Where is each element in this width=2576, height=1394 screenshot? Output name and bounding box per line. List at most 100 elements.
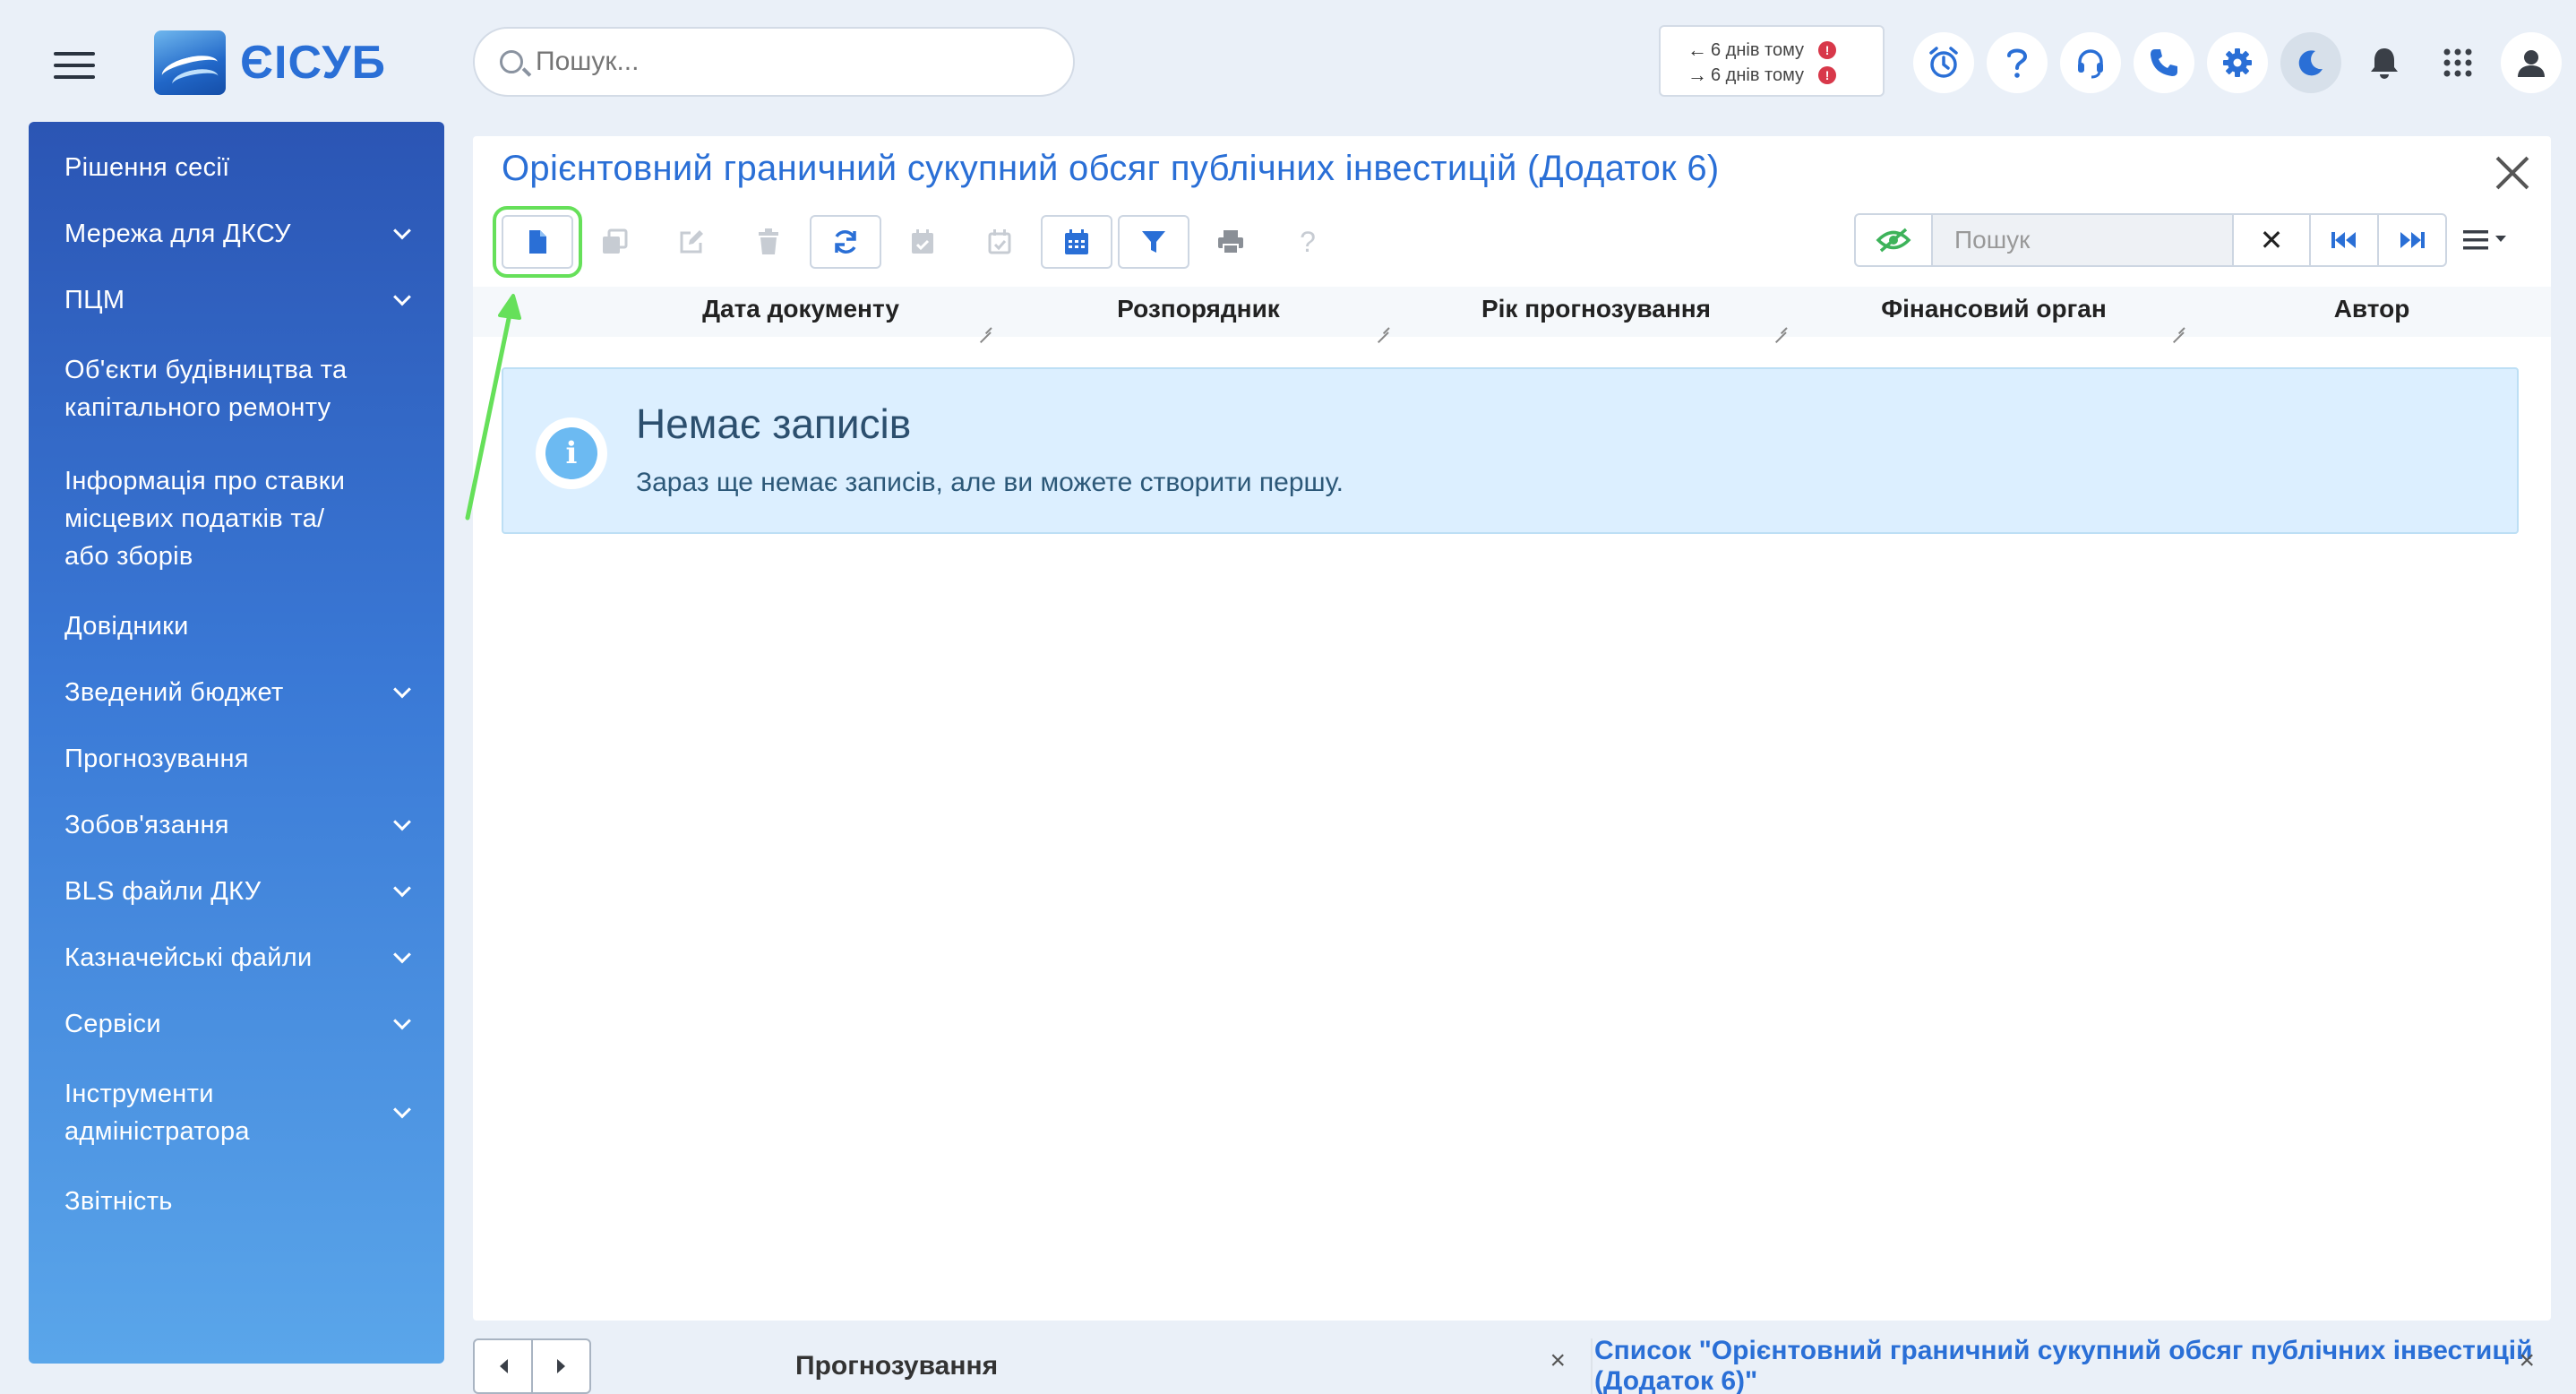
- tab-close-icon[interactable]: ×: [2519, 1346, 2535, 1376]
- sidebar-item-local-tax-rates[interactable]: Інформація про ставки місцевих податків …: [29, 444, 444, 593]
- tab-next-button[interactable]: [533, 1340, 589, 1392]
- grid-search-tools: Пошук ✕: [1854, 213, 2519, 267]
- history-forward-label: 6 днів тому: [1711, 65, 1805, 85]
- eye-hidden-icon: [1876, 228, 1911, 253]
- resize-handle-icon[interactable]: [976, 319, 991, 333]
- sidebar-item-treasury-files[interactable]: Казначейські файли: [29, 925, 444, 991]
- empty-state-text: Зараз ще немає записів, але ви можете ст…: [636, 468, 1344, 497]
- calendar-check-icon: [912, 229, 933, 254]
- sidebar-item-forecasting[interactable]: Прогнозування: [29, 726, 444, 792]
- close-panel-icon[interactable]: [2494, 154, 2531, 192]
- sidebar-item-consolidated-budget[interactable]: Зведений бюджет: [29, 659, 444, 726]
- filter-icon: [1142, 231, 1165, 253]
- sidebar-item-session-decisions[interactable]: Рішення сесії: [29, 134, 444, 201]
- sidebar-item-label: Об'єкти будівництва та капітального ремо…: [64, 356, 348, 422]
- settings-gear-icon[interactable]: [2207, 32, 2268, 93]
- empty-state-title: Немає записів: [636, 400, 912, 447]
- toggle-hidden-button[interactable]: [1854, 213, 1933, 267]
- column-header-document-date[interactable]: Дата документу: [473, 287, 1000, 337]
- first-page-button[interactable]: [2309, 213, 2379, 267]
- sidebar-item-directories[interactable]: Довідники: [29, 593, 444, 659]
- sidebar-item-bls-files[interactable]: BLS файли ДКУ: [29, 858, 444, 925]
- tab-navigation: [473, 1338, 591, 1394]
- delete-button[interactable]: [733, 215, 804, 269]
- sidebar-item-pcm[interactable]: ПЦМ: [29, 267, 444, 333]
- app-logo[interactable]: ЄІСУБ: [154, 30, 386, 95]
- refresh-button[interactable]: [810, 215, 881, 269]
- resize-handle-icon[interactable]: [1772, 319, 1786, 333]
- empty-state-alert: i Немає записів Зараз ще немає записів, …: [502, 367, 2519, 534]
- history-forward[interactable]: → 6 днів тому !: [1687, 63, 1883, 88]
- notifications-bell-icon[interactable]: [2354, 32, 2415, 93]
- sidebar-item-label: Прогнозування: [64, 744, 249, 773]
- tab-close-icon[interactable]: ×: [1550, 1346, 1566, 1376]
- global-search-input[interactable]: [536, 47, 1037, 77]
- column-header-forecast-year[interactable]: Рік прогнозування: [1397, 287, 1795, 337]
- header-actions: [1913, 32, 2562, 93]
- tab-prev-button[interactable]: [475, 1340, 533, 1392]
- column-header-label: Фінансовий орган: [1881, 295, 2107, 323]
- column-header-label: Автор: [2333, 295, 2410, 323]
- history-back-label: 6 днів тому: [1711, 39, 1805, 60]
- user-avatar-icon[interactable]: [2501, 32, 2562, 93]
- alert-dot-icon: !: [1818, 66, 1837, 84]
- column-header-manager[interactable]: Розпорядник: [1000, 287, 1397, 337]
- support-headset-icon[interactable]: [2060, 32, 2121, 93]
- create-document-button[interactable]: [493, 206, 582, 278]
- top-header: ЄІСУБ ← 6 днів тому ! → 6 днів тому !: [0, 0, 2576, 122]
- apps-grid-icon[interactable]: [2427, 32, 2488, 93]
- sidebar-item-construction-objects[interactable]: Об'єкти будівництва та капітального ремо…: [29, 333, 444, 444]
- tab-investment-list[interactable]: Список "Орієнтовний граничний сукупний о…: [1594, 1336, 2551, 1394]
- edit-button[interactable]: [656, 215, 727, 269]
- print-button[interactable]: [1195, 215, 1267, 269]
- column-header-finance-body[interactable]: Фінансовий орган: [1795, 287, 2193, 337]
- phone-icon[interactable]: [2134, 32, 2194, 93]
- chevron-down-icon: [393, 221, 411, 240]
- help-icon[interactable]: [1987, 32, 2048, 93]
- skip-forward-icon: [2400, 232, 2425, 248]
- calendar-check-outline-icon: [988, 229, 1011, 254]
- approve-date-button[interactable]: [887, 215, 958, 269]
- calendar-icon: [1065, 229, 1088, 254]
- alarm-clock-icon[interactable]: [1913, 32, 1974, 93]
- menu-dropdown-icon: [2463, 230, 2506, 250]
- chevron-down-icon: [393, 813, 411, 831]
- sidebar: Рішення сесії Мережа для ДКСУ ПЦМ Об'єкт…: [29, 122, 444, 1364]
- chevron-down-icon: [393, 1100, 411, 1119]
- arrow-right-icon: →: [1687, 64, 1707, 86]
- sidebar-item-obligations[interactable]: Зобов'язання: [29, 792, 444, 858]
- sidebar-item-dksu-network[interactable]: Мережа для ДКСУ: [29, 201, 444, 267]
- sidebar-item-label: Рішення сесії: [64, 153, 230, 182]
- grid-toolbar: ?: [493, 206, 1349, 278]
- resize-handle-icon[interactable]: [1374, 319, 1388, 333]
- caret-right-icon: [556, 1359, 565, 1373]
- help-button[interactable]: ?: [1272, 215, 1344, 269]
- sidebar-item-label: Мережа для ДКСУ: [64, 219, 291, 248]
- columns-menu-button[interactable]: [2454, 213, 2519, 267]
- filter-button[interactable]: [1118, 215, 1189, 269]
- unapprove-date-button[interactable]: [964, 215, 1035, 269]
- calendar-period-button[interactable]: [1041, 215, 1112, 269]
- last-page-button[interactable]: [2377, 213, 2447, 267]
- hamburger-menu-icon[interactable]: [54, 52, 95, 79]
- trash-icon: [759, 228, 778, 254]
- dark-mode-moon-icon[interactable]: [2280, 32, 2341, 93]
- sidebar-item-services[interactable]: Сервіси: [29, 991, 444, 1057]
- sidebar-item-label: Зведений бюджет: [64, 678, 284, 707]
- grid-search-input[interactable]: Пошук: [1933, 213, 2232, 267]
- sidebar-item-reporting[interactable]: Звітність: [29, 1168, 444, 1235]
- logo-text: ЄІСУБ: [240, 37, 387, 89]
- global-search[interactable]: [473, 27, 1075, 97]
- sidebar-item-admin-tools[interactable]: Інструменти адміністратора: [29, 1057, 444, 1168]
- edit-icon: [680, 230, 703, 254]
- tab-label: Список "Орієнтовний граничний сукупний о…: [1594, 1336, 2533, 1394]
- resize-handle-icon[interactable]: [2169, 319, 2184, 333]
- info-icon: i: [536, 417, 607, 489]
- column-header-author[interactable]: Автор: [2193, 287, 2551, 337]
- main-panel: Орієнтовний граничний сукупний обсяг пуб…: [473, 136, 2551, 1321]
- chevron-down-icon: [393, 288, 411, 306]
- history-back[interactable]: ← 6 днів тому !: [1687, 38, 1883, 63]
- tab-forecasting[interactable]: Прогнозування ×: [607, 1338, 1593, 1394]
- copy-button[interactable]: [579, 215, 650, 269]
- clear-search-button[interactable]: ✕: [2232, 213, 2311, 267]
